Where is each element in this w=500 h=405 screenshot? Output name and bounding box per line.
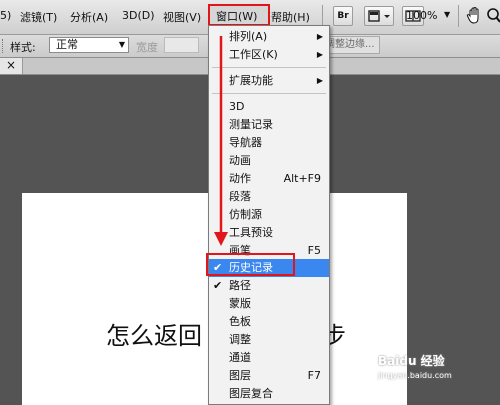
menu-item-masks[interactable]: 蒙版 bbox=[209, 295, 329, 313]
menu-item-label: 蒙版 bbox=[229, 297, 251, 310]
width-input[interactable] bbox=[164, 37, 199, 53]
menu-item-paragraph[interactable]: 段落 bbox=[209, 188, 329, 206]
watermark-url: jingyan.baidu.com bbox=[378, 371, 452, 380]
menu-3d[interactable]: 3D(D) bbox=[122, 9, 155, 22]
menu-separator bbox=[212, 93, 326, 94]
menu-separator bbox=[212, 67, 326, 68]
menu-item-animation[interactable]: 动画 bbox=[209, 152, 329, 170]
menu-item-channels[interactable]: 通道 bbox=[209, 349, 329, 367]
menu-item-label: 通道 bbox=[229, 351, 251, 364]
menu-filter[interactable]: 滤镜(T) bbox=[20, 9, 57, 25]
menu-view[interactable]: 视图(V) bbox=[163, 9, 201, 25]
style-select-value: 正常 bbox=[56, 38, 78, 51]
menu-item-label: 段落 bbox=[229, 190, 251, 203]
hand-tool-icon[interactable] bbox=[466, 6, 484, 26]
style-select[interactable]: 正常 ▼ bbox=[49, 37, 129, 53]
menu-item-label: 仿制源 bbox=[229, 208, 262, 221]
menu-window[interactable]: 窗口(W) bbox=[208, 4, 270, 26]
menu-item-tool-presets[interactable]: 工具预设 bbox=[209, 224, 329, 242]
menu-item-swatches[interactable]: 色板 bbox=[209, 313, 329, 331]
window-menu-dropdown: 排列(A) ▶ 工作区(K) ▶ 扩展功能 ▶ 3D 测量记录 导航器 动画 动… bbox=[208, 25, 330, 405]
menu-item-label: 扩展功能 bbox=[229, 74, 273, 87]
grip-handle[interactable] bbox=[2, 39, 6, 53]
watermark-logo: Baidu 经验 jingyan.baidu.com bbox=[378, 352, 452, 380]
zoom-level[interactable]: 100% bbox=[406, 9, 437, 22]
submenu-arrow-icon: ▶ bbox=[316, 50, 323, 59]
menu-item-label: 图层复合 bbox=[229, 387, 273, 400]
menu-item-adjustments[interactable]: 调整 bbox=[209, 331, 329, 349]
menu-item-label: 色板 bbox=[229, 315, 251, 328]
menu-analysis[interactable]: 分析(A) bbox=[70, 9, 108, 25]
watermark-text: Baidu 经验 bbox=[378, 354, 445, 368]
menu-item-layers[interactable]: 图层 F7 bbox=[209, 367, 329, 385]
canvas-text: 怎么返回 bbox=[106, 322, 202, 350]
annotation-highlight-box bbox=[206, 253, 295, 276]
checkmark-icon: ✔ bbox=[213, 279, 223, 292]
menu-item-arrange[interactable]: 排列(A) ▶ bbox=[209, 28, 329, 46]
menu-item-paths[interactable]: ✔ 路径 bbox=[209, 277, 329, 295]
style-label: 样式: bbox=[10, 41, 36, 54]
menu-item-measurement-log[interactable]: 测量记录 bbox=[209, 116, 329, 134]
menu-item-shortcut: Alt+F9 bbox=[283, 172, 321, 185]
menu-item-clone-source[interactable]: 仿制源 bbox=[209, 206, 329, 224]
menu-item-label: 3D bbox=[229, 100, 245, 113]
menu-help[interactable]: 帮助(H) bbox=[271, 9, 310, 25]
view-extras-button[interactable] bbox=[364, 6, 394, 26]
zoom-dropdown-arrow-icon[interactable]: ▼ bbox=[444, 10, 450, 19]
menu-item-3d[interactable]: 3D bbox=[209, 98, 329, 116]
menu-item-label: 工具预设 bbox=[229, 226, 273, 239]
width-label: 宽度 bbox=[136, 41, 158, 54]
menu-item-workspace[interactable]: 工作区(K) ▶ bbox=[209, 46, 329, 64]
menu-item-label: 图层 bbox=[229, 369, 251, 382]
menu-item-label: 工作区(K) bbox=[229, 48, 278, 61]
menu-item-label: 调整 bbox=[229, 333, 251, 346]
menu-item-shortcut: F5 bbox=[307, 244, 321, 257]
bridge-button[interactable]: Br bbox=[333, 6, 353, 26]
menu-item-label: 动画 bbox=[229, 154, 251, 167]
menu-item-navigator[interactable]: 导航器 bbox=[209, 134, 329, 152]
submenu-arrow-icon: ▶ bbox=[316, 32, 323, 41]
separator bbox=[322, 5, 323, 27]
menu-item-label: 导航器 bbox=[229, 136, 262, 149]
submenu-arrow-icon: ▶ bbox=[316, 76, 323, 85]
view-extras-icon bbox=[368, 10, 390, 22]
close-tab-icon[interactable]: × bbox=[0, 58, 23, 74]
menu-item-actions[interactable]: 动作 Alt+F9 bbox=[209, 170, 329, 188]
menu-item-layer-comps[interactable]: 图层复合 bbox=[209, 385, 329, 403]
separator bbox=[458, 5, 459, 27]
menu-item-label: 排列(A) bbox=[229, 30, 268, 43]
menu-item-extensions[interactable]: 扩展功能 ▶ bbox=[209, 72, 329, 90]
menu-item-partial[interactable]: 5) bbox=[0, 9, 11, 22]
menu-item-label: 路径 bbox=[229, 279, 251, 292]
chevron-down-icon: ▼ bbox=[118, 40, 125, 49]
zoom-tool-icon[interactable] bbox=[486, 7, 500, 25]
menu-item-label: 动作 bbox=[229, 172, 251, 185]
menu-item-label: 测量记录 bbox=[229, 118, 273, 131]
menu-item-shortcut: F7 bbox=[307, 369, 321, 382]
